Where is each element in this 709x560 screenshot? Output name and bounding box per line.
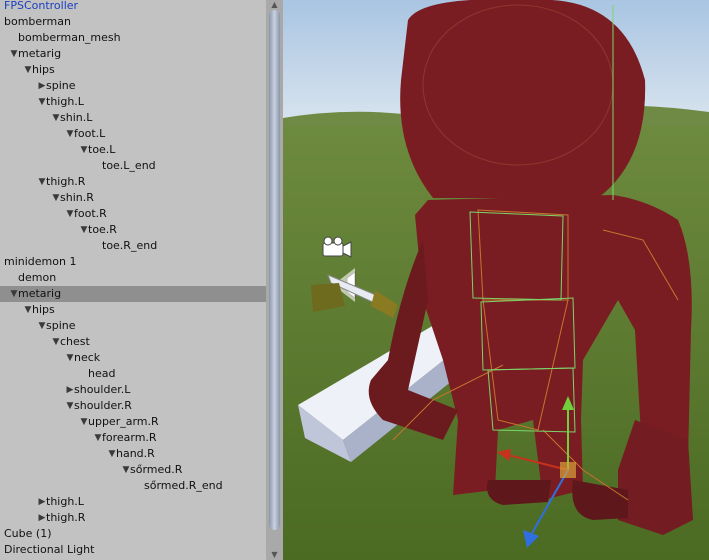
hierarchy-row[interactable]: ▼ sőrmed.R <box>0 462 266 478</box>
hierarchy-row[interactable]: sőrmed.R_end <box>0 478 266 494</box>
hierarchy-row[interactable]: ▼ upper_arm.R <box>0 414 266 430</box>
hierarchy-row-label: metarig <box>18 287 62 300</box>
hierarchy-row[interactable]: Directional Light <box>0 542 266 558</box>
hierarchy-row-label: foot.R <box>74 207 107 220</box>
hierarchy-row-label: toe.L <box>88 143 116 156</box>
hierarchy-row-label: demon <box>18 271 57 284</box>
hierarchy-row-label: shoulder.R <box>74 399 132 412</box>
hierarchy-row-label: head <box>88 367 116 380</box>
hierarchy-row-label: FPSController <box>4 0 79 12</box>
hierarchy-row-label: sőrmed.R_end <box>144 479 223 492</box>
hierarchy-row-label: shin.R <box>60 191 94 204</box>
hierarchy-row[interactable]: toe.R_end <box>0 238 266 254</box>
hierarchy-row[interactable]: ▼ neck <box>0 350 266 366</box>
hierarchy-row-label: minidemon 1 <box>4 255 77 268</box>
hierarchy-row-label: thigh.R <box>46 175 86 188</box>
scrollbar-thumb[interactable] <box>269 10 280 530</box>
hierarchy-row-label: chest <box>60 335 90 348</box>
hierarchy-row-label: thigh.L <box>46 95 84 108</box>
hierarchy-row[interactable]: ▼ foot.L <box>0 126 266 142</box>
hierarchy-row[interactable]: bomberman_mesh <box>0 30 266 46</box>
hierarchy-row[interactable]: bomberman <box>0 14 266 30</box>
scroll-up-arrow-icon[interactable]: ▲ <box>266 0 283 10</box>
hierarchy-row[interactable]: head <box>0 366 266 382</box>
hierarchy-row-label: sőrmed.R <box>130 463 183 476</box>
hierarchy-row[interactable]: ▼ metarig <box>0 286 266 302</box>
hierarchy-row-label: hips <box>32 63 55 76</box>
hierarchy-row-label: hand.R <box>116 447 155 460</box>
hierarchy-row-label: hips <box>32 303 55 316</box>
hierarchy-row-label: toe.R_end <box>102 239 158 252</box>
hierarchy-row[interactable]: minidemon 1 <box>0 254 266 270</box>
hierarchy-row-label: shin.L <box>60 111 93 124</box>
hierarchy-row[interactable]: ▼ metarig <box>0 46 266 62</box>
hierarchy-row-label: Cube (1) <box>4 527 52 540</box>
hierarchy-row[interactable]: ▶ thigh.R <box>0 510 266 526</box>
hierarchy-row[interactable]: ▼ spine <box>0 318 266 334</box>
hierarchy-row[interactable]: ▼ hips <box>0 62 266 78</box>
hierarchy-row-label: shoulder.L <box>74 383 131 396</box>
hierarchy-row[interactable]: ▶ thigh.L <box>0 494 266 510</box>
hierarchy-row[interactable]: ▼ hand.R <box>0 446 266 462</box>
hierarchy-row[interactable]: ▼ toe.L <box>0 142 266 158</box>
hierarchy-row[interactable]: ▼ foot.R <box>0 206 266 222</box>
hierarchy-row[interactable]: FPSController <box>0 0 266 14</box>
hierarchy-row-label: toe.L_end <box>102 159 156 172</box>
hierarchy-row-label: forearm.R <box>102 431 157 444</box>
scene-view[interactable] <box>283 0 709 560</box>
hierarchy-row[interactable]: ▶ spine <box>0 78 266 94</box>
scene-viewport[interactable] <box>283 0 709 560</box>
hierarchy-row[interactable]: ▶ shoulder.L <box>0 382 266 398</box>
hierarchy-row-label: neck <box>74 351 101 364</box>
hierarchy-row-label: Directional Light <box>4 543 95 556</box>
hierarchy-row[interactable]: ▼ forearm.R <box>0 430 266 446</box>
hierarchy-row[interactable]: ▼ toe.R <box>0 222 266 238</box>
hierarchy-row-label: bomberman_mesh <box>18 31 121 44</box>
hierarchy-row-label: thigh.L <box>46 495 84 508</box>
hierarchy-row[interactable]: demon <box>0 270 266 286</box>
hierarchy-row[interactable]: ▼ thigh.L <box>0 94 266 110</box>
hierarchy-panel: FPSController bomberman bomberman_mesh ▼ met… <box>0 0 266 560</box>
hierarchy-row-label: metarig <box>18 47 62 60</box>
hierarchy-row-label: spine <box>46 79 76 92</box>
hierarchy-row[interactable]: ▼ thigh.R <box>0 174 266 190</box>
hierarchy-row[interactable]: ▼ shoulder.R <box>0 398 266 414</box>
hierarchy-row-label: upper_arm.R <box>88 415 159 428</box>
hierarchy-row-label: bomberman <box>4 15 71 28</box>
hierarchy-row-label: spine <box>46 319 76 332</box>
hierarchy-scrollbar[interactable]: ▲ ▼ <box>266 0 283 560</box>
hierarchy-row[interactable]: ▼ shin.L <box>0 110 266 126</box>
scroll-down-arrow-icon[interactable]: ▼ <box>266 550 283 560</box>
hierarchy-row[interactable]: Cube (1) <box>0 526 266 542</box>
hierarchy-row-label: foot.L <box>74 127 106 140</box>
hierarchy-row-label: toe.R <box>88 223 117 236</box>
hierarchy-row[interactable]: toe.L_end <box>0 158 266 174</box>
hierarchy-row[interactable]: ▼ shin.R <box>0 190 266 206</box>
hierarchy-row[interactable]: ▼ hips <box>0 302 266 318</box>
hierarchy-row[interactable]: ▼ chest <box>0 334 266 350</box>
hierarchy-row-label: thigh.R <box>46 511 86 524</box>
